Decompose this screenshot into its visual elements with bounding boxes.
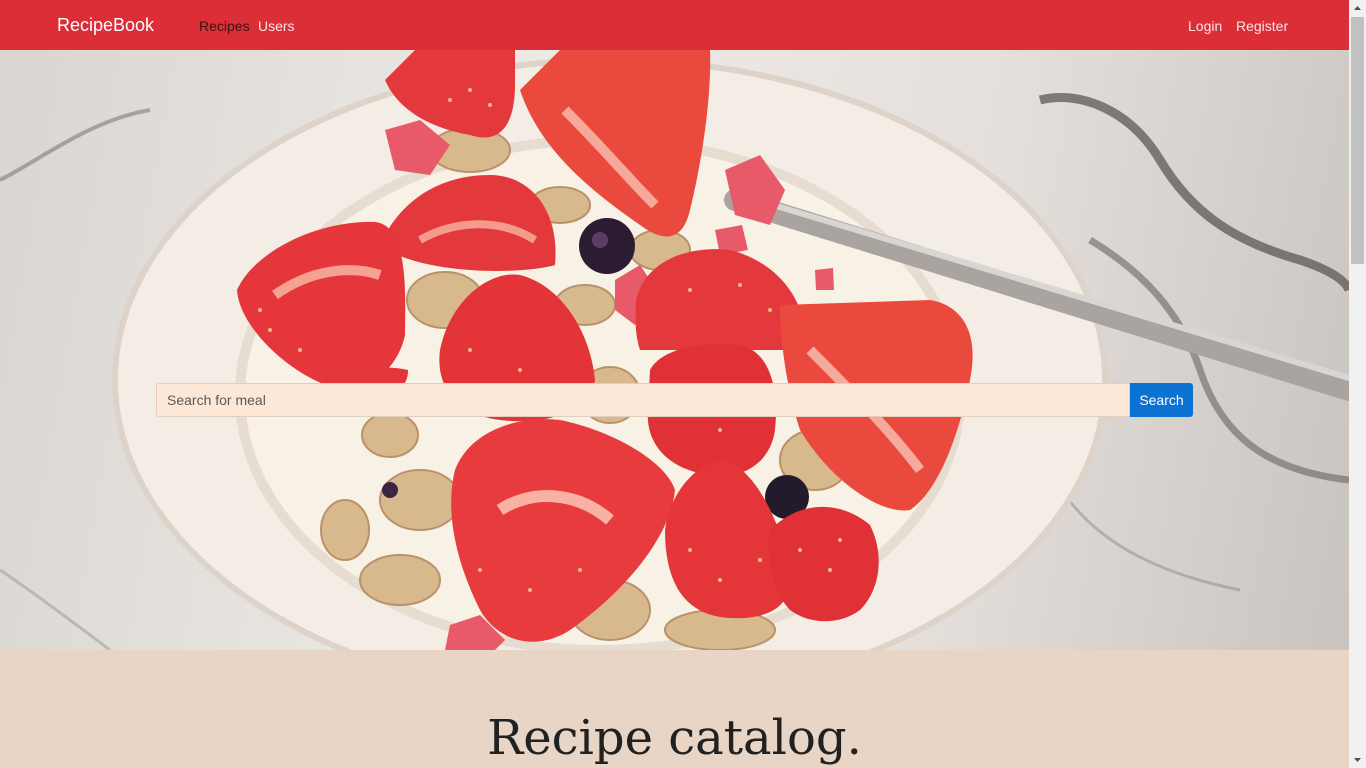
search-button[interactable]: Search: [1130, 383, 1193, 417]
brand-link[interactable]: RecipeBook: [57, 15, 154, 36]
nav-link-users[interactable]: Users: [258, 18, 295, 34]
scroll-up-icon[interactable]: [1349, 0, 1366, 17]
search-form: Search: [156, 383, 1193, 417]
hero-banner: Search: [0, 50, 1349, 650]
scroll-down-icon[interactable]: [1349, 751, 1366, 768]
vertical-scrollbar[interactable]: [1349, 0, 1366, 768]
navbar: RecipeBook Recipes Users Login Register: [0, 0, 1349, 50]
login-link[interactable]: Login: [1188, 18, 1222, 34]
search-input[interactable]: [156, 383, 1130, 417]
register-link[interactable]: Register: [1236, 18, 1288, 34]
nav-link-recipes[interactable]: Recipes: [199, 18, 250, 34]
hero-image: [0, 50, 1349, 650]
scrollbar-thumb[interactable]: [1351, 17, 1364, 264]
catalog-title: Recipe catalog.: [487, 710, 862, 766]
